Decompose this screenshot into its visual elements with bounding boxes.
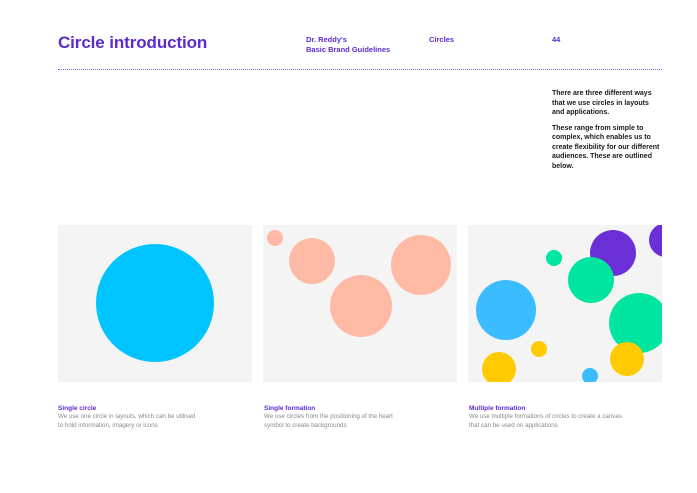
peach-circle-right [391,235,451,295]
intro-paragraph-1: There are three different ways that we u… [552,90,652,116]
yellow-circle-right [610,342,644,376]
section-label: Circles [429,35,455,44]
green-circle-tiny [546,250,562,266]
blue-circle [476,280,536,340]
caption-single-circle: Single circle We use one circle in layou… [58,404,198,430]
page-number: 44 [552,35,561,44]
header-divider [58,69,662,70]
single-circle-panel [58,225,252,382]
caption-body: We use multiple formations of circles to… [469,413,622,429]
peach-circle-left [289,238,335,284]
peach-circle-small [267,230,283,246]
yellow-circle-small [531,341,547,357]
intro-paragraph-2: These range from simple to complex, whic… [552,124,660,170]
caption-body: We use one circle in layouts, which can … [58,413,196,429]
multiple-formation-panel [468,225,662,382]
caption-single-formation: Single formation We use circles from the… [264,404,409,430]
caption-multiple-formation: Multiple formation We use multiple forma… [469,404,629,430]
blue-circle-bottom [582,368,598,382]
green-circle-medium [568,257,614,303]
green-circle-large [609,293,662,353]
violet-circle-edge [649,225,662,257]
single-formation-panel [263,225,457,382]
yellow-circle-bottom [482,352,516,382]
caption-title: Multiple formation [469,405,526,412]
caption-title: Single formation [264,405,316,412]
single-cyan-circle [96,244,214,362]
caption-body: We use circles from the positioning of t… [264,413,393,429]
peach-circle-center [330,275,392,337]
caption-title: Single circle [58,405,97,412]
brand-name: Dr. Reddy's [306,35,347,44]
guidelines-name: Basic Brand Guidelines [306,44,391,54]
page-title: Circle introduction [58,33,208,52]
brand-label: Dr. Reddy's Basic Brand Guidelines [306,35,390,54]
intro-text: There are three different ways that we u… [552,89,662,177]
